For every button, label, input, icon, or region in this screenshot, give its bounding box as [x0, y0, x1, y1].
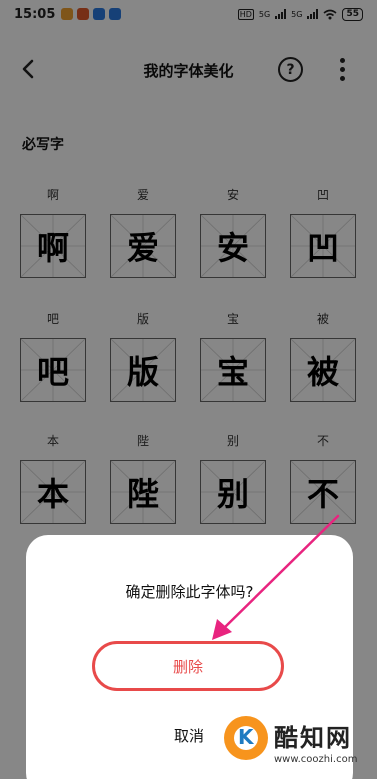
watermark-logo-letter: K — [238, 725, 254, 749]
delete-button[interactable]: 删除 — [92, 641, 284, 691]
watermark-logo: K 酷知网 www.coozhi.com — [224, 714, 374, 774]
watermark-logo-icon: K — [224, 716, 268, 760]
watermark-url: www.coozhi.com — [274, 754, 358, 765]
watermark-name: 酷知网 — [274, 724, 352, 752]
delete-button-label: 删除 — [172, 657, 203, 676]
cancel-button[interactable]: 取消 — [154, 725, 224, 749]
dialog-message: 确定删除此字体吗? — [125, 583, 254, 601]
